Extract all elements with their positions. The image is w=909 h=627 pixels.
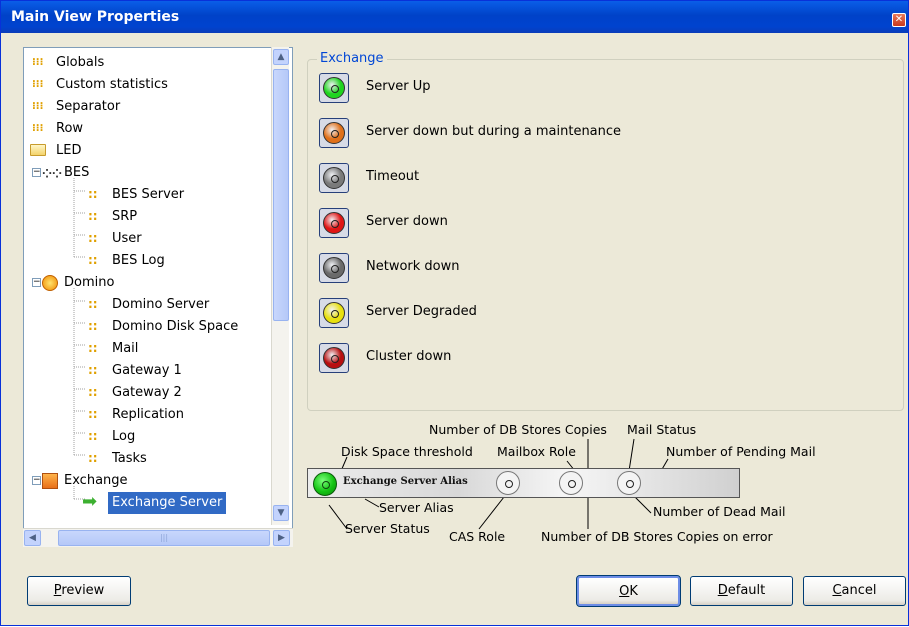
- annotation-db-stores-copies: Number of DB Stores Copies: [429, 422, 607, 437]
- annotation-dead-mail: Number of Dead Mail: [653, 504, 786, 519]
- ok-label: K: [629, 584, 638, 599]
- preview-alias-text: Exchange Server Alias: [343, 476, 468, 487]
- cancel-button[interactable]: Cancel: [803, 576, 906, 606]
- annotation-pending-mail: Number of Pending Mail: [666, 444, 816, 459]
- ok-button[interactable]: OK: [576, 575, 681, 607]
- ok-accelerator: O: [619, 584, 630, 599]
- annotation-mailbox-role: Mailbox Role: [497, 444, 576, 459]
- annotation-server-alias: Server Alias: [379, 500, 454, 515]
- default-label: efault: [727, 583, 766, 598]
- annotation-db-copies-on-error: Number of DB Stores Copies on error: [541, 529, 773, 544]
- cancel-label: ancel: [841, 583, 877, 598]
- mailbox-role-indicator: [559, 471, 583, 495]
- cas-role-indicator: [496, 471, 520, 495]
- cancel-accelerator: C: [832, 583, 842, 598]
- main-view-properties-dialog: Main View Properties ✕ ⁝⁝⁝ Globals ⁝⁝⁝ Cust…: [0, 0, 909, 626]
- mail-status-indicator: [617, 471, 641, 495]
- annotation-cas-role: CAS Role: [449, 529, 506, 544]
- preview-button[interactable]: Preview: [27, 576, 131, 606]
- annotation-disk-space-threshold: Disk Space threshold: [341, 444, 473, 459]
- default-accelerator: D: [717, 583, 728, 598]
- annotation-mail-status: Mail Status: [627, 422, 697, 437]
- preview-status-led: [313, 472, 337, 496]
- annotation-server-status: Server Status: [345, 521, 430, 536]
- preview-label: review: [61, 583, 105, 598]
- default-button[interactable]: Default: [690, 576, 793, 606]
